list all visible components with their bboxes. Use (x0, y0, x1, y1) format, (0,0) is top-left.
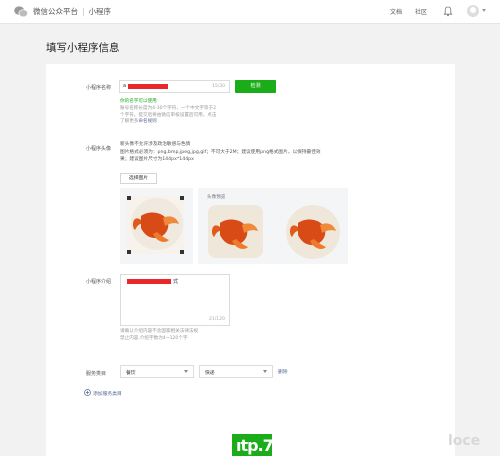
name-success-message: 你的名字可以使用 (120, 99, 157, 104)
avatar-crop-image[interactable] (127, 196, 184, 254)
crop-handle[interactable] (127, 250, 131, 254)
crop-handle[interactable] (180, 196, 184, 200)
watermark-text: loce (448, 433, 481, 449)
avatar-requirement-line: 图片格式必须为：png,bmp,jpeg,jpg,gif；不可大于2M；建议使用… (120, 149, 321, 155)
avatar-requirement-line: 果；建议图片尺寸为144px*144px (120, 157, 194, 162)
nav-docs-link[interactable]: 文档 (390, 7, 402, 16)
name-char-counter: 15/30 (212, 84, 225, 89)
user-avatar[interactable] (467, 5, 479, 17)
name-input-prefix: a (123, 83, 127, 89)
check-name-button[interactable]: 检测 (235, 80, 276, 93)
category-secondary-select[interactable]: 快递 (199, 365, 273, 378)
goldfish-image (131, 198, 183, 250)
crop-handle[interactable] (180, 250, 184, 254)
redaction-mark (127, 279, 171, 284)
avatar-preview-square (208, 205, 263, 258)
avatar-label: 小程序头像 (86, 146, 112, 152)
goldfish-image (212, 219, 258, 249)
user-menu[interactable] (467, 5, 489, 18)
name-hint: 账号名称长度为4-30个字符，一个中文字等于2 个字符。提交后将由微信审核设置后… (120, 106, 238, 126)
category-primary-value: 餐饮 (126, 371, 136, 376)
name-hint-line: 了解更多 (120, 119, 139, 124)
brand-separator: | (82, 7, 85, 16)
delete-category-link[interactable]: 删除 (278, 368, 288, 375)
naming-rules-link[interactable]: 命名规则 (138, 119, 156, 124)
section-name: 小程序 (88, 7, 112, 16)
name-label: 小程序名称 (86, 85, 112, 91)
crop-handle[interactable] (127, 196, 131, 200)
goldfish-image (290, 219, 336, 249)
intro-hint-line: 禁止内容,介绍字数为4~120个字 (120, 335, 188, 341)
avatar-preview-circle (286, 205, 340, 259)
category-secondary-value: 快递 (205, 371, 215, 376)
intro-char-counter: 21/120 (209, 317, 225, 322)
intro-label: 小程序介绍 (86, 279, 112, 285)
platform-name[interactable]: 微信公众平台 (33, 7, 78, 16)
category-label: 服务类目 (86, 371, 107, 377)
category-primary-select[interactable]: 餐饮 (120, 365, 194, 378)
notification-bell-icon[interactable] (443, 6, 453, 17)
chevron-down-icon (184, 370, 188, 373)
select-image-button[interactable]: 选择图片 (120, 173, 157, 184)
avatar-requirements: 新头像不允许涉及政治敏感与色情 图片格式必须为：png,bmp,jpeg,jpg… (120, 141, 352, 164)
intro-textarea[interactable]: 式 21/120 (120, 274, 230, 326)
redaction-mark (128, 84, 168, 89)
add-category-label: 添加服务类目 (93, 392, 122, 397)
intro-text-suffix: 式 (173, 279, 179, 285)
nav-community-link[interactable]: 社区 (415, 7, 427, 16)
chevron-down-icon (263, 370, 267, 373)
plus-circle-icon (84, 389, 91, 396)
avatar-requirement-line: 新头像不允许涉及政治敏感与色情 (120, 142, 191, 147)
wechat-logo-icon[interactable] (14, 6, 28, 18)
add-category-link[interactable]: 添加服务类目 (84, 389, 154, 397)
top-navigation-bar: 微信公众平台 | 小程序 文档 社区 (0, 0, 500, 24)
name-input[interactable]: a 15/30 (119, 80, 230, 93)
intro-hint: 请确认介绍内容不含国家相关法律法规 禁止内容,介绍字数为4~120个字 (120, 329, 250, 342)
chevron-down-icon (482, 9, 486, 12)
watermark-text: ıtp.7 (236, 436, 274, 455)
brand-title: 微信公众平台 | 小程序 (33, 6, 111, 17)
preview-label: 头像预览 (207, 195, 226, 200)
page-title: 填写小程序信息 (46, 42, 120, 54)
